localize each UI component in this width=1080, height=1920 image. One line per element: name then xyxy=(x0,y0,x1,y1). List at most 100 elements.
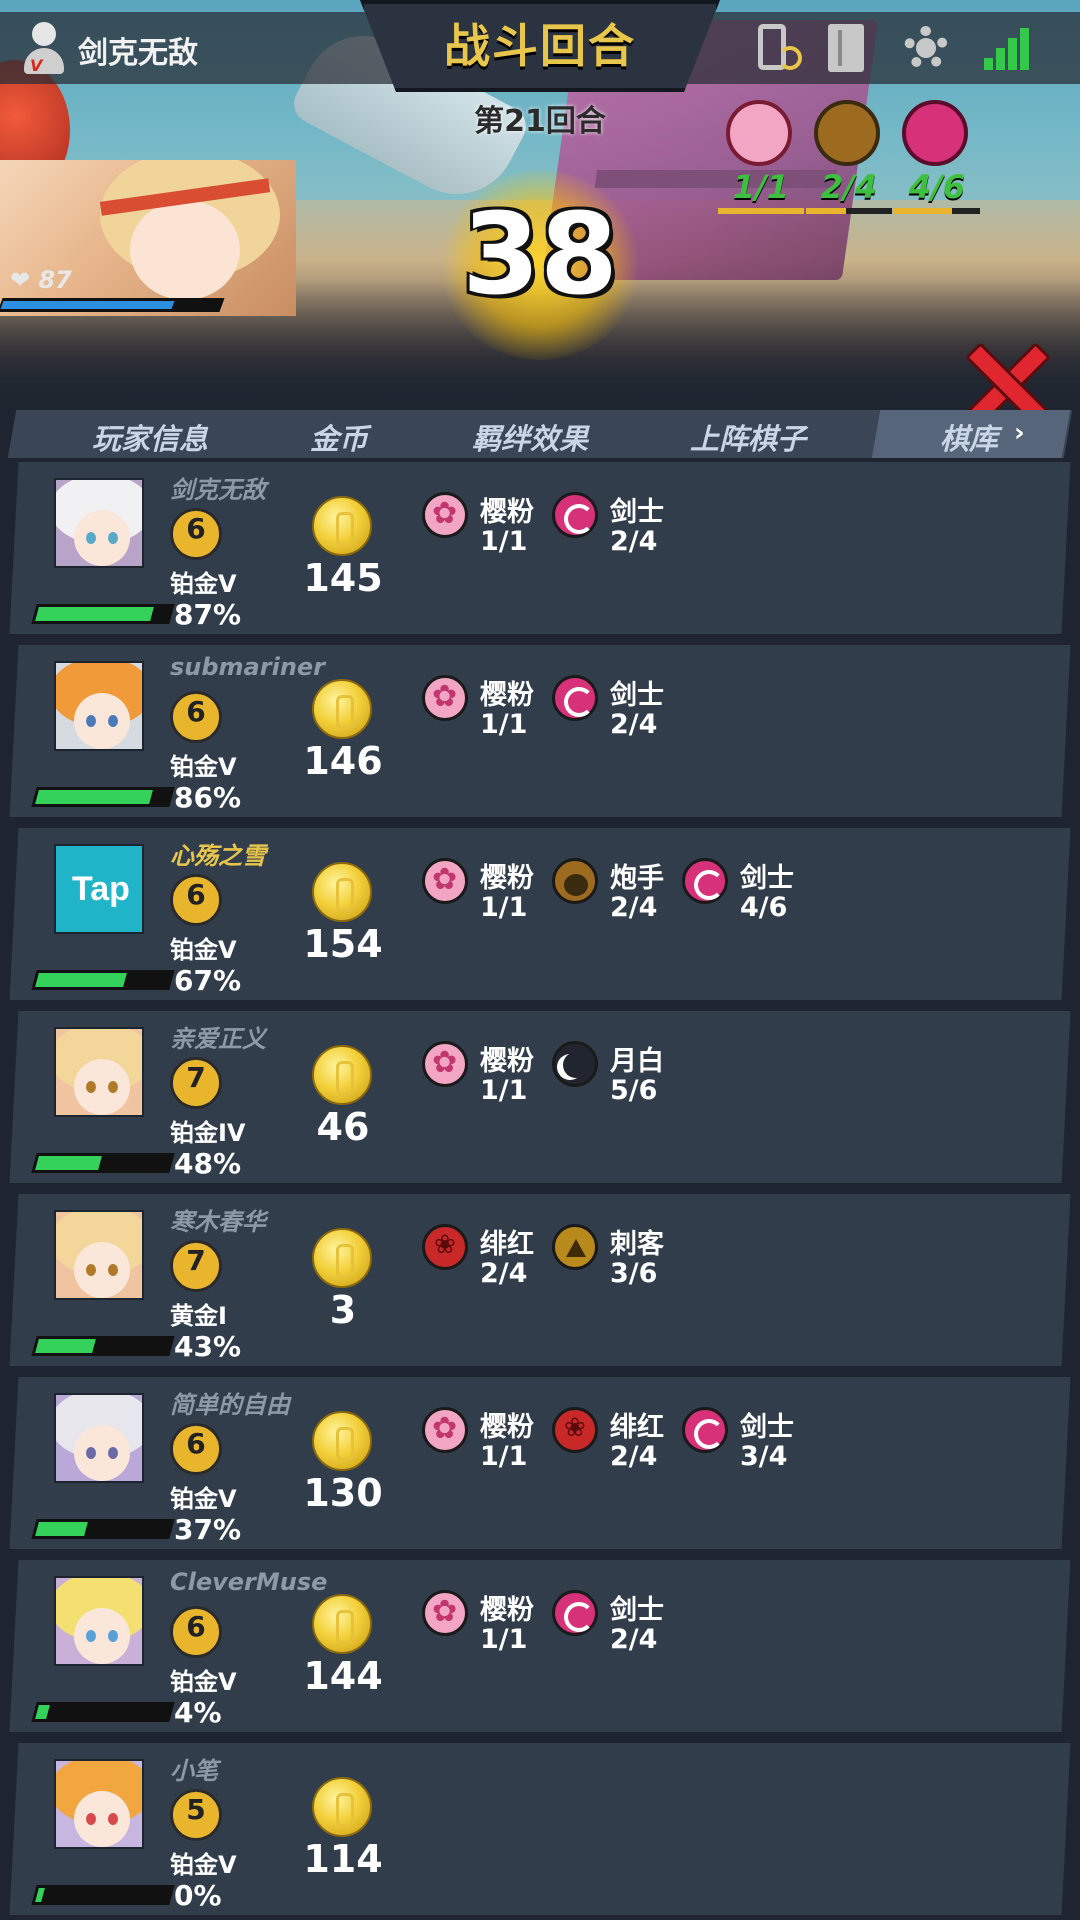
synergy-sword-icon xyxy=(552,1590,598,1636)
player-row[interactable]: 寒木春华 7 黄金I 43% 3 绯红 2/4 刺客 3/6 xyxy=(0,1194,1080,1368)
synergy-name: 炮手 xyxy=(610,863,664,894)
gold-amount: 114 xyxy=(303,1837,383,1881)
xp-bar xyxy=(31,1885,175,1905)
rank-label: 铂金V xyxy=(170,570,237,598)
synergy-sword-icon xyxy=(682,858,728,904)
tab-deployed-pieces[interactable]: 上阵棋子 xyxy=(690,416,806,458)
synergy-pink-icon xyxy=(422,1041,468,1087)
synergy-item[interactable]: 炮手 2/4 xyxy=(552,858,682,938)
top-synergy-cannon[interactable]: 2/4 xyxy=(806,100,892,214)
synergy-pink-icon xyxy=(422,492,468,538)
synergy-name: 剑士 xyxy=(610,1595,664,1626)
synergy-name: 樱粉 xyxy=(480,497,534,528)
xp-bar xyxy=(31,787,175,807)
synergy-red-icon xyxy=(422,1224,468,1270)
player-avatar[interactable] xyxy=(54,1210,144,1300)
level-number: 6 xyxy=(186,1610,206,1643)
player-row[interactable]: 剑克无敌 6 铂金V 87% 145 樱粉 1/1 剑士 2/4 xyxy=(0,462,1080,636)
tab-piece-library[interactable]: 棋库 xyxy=(940,416,998,458)
xp-bar xyxy=(31,1519,175,1539)
xp-bar xyxy=(31,604,175,624)
tab-gold[interactable]: 金币 xyxy=(310,416,368,458)
xp-bar xyxy=(31,1336,175,1356)
synergy-count: 1/1 xyxy=(480,709,528,740)
synergy-name: 剑士 xyxy=(740,863,794,894)
synergy-name: 樱粉 xyxy=(480,680,534,711)
synergy-count: 1/1 xyxy=(480,1441,528,1472)
player-name: 简单的自由 xyxy=(170,1391,290,1419)
signal-icon xyxy=(978,22,1030,74)
tap-avatar[interactable]: Tap xyxy=(54,844,144,934)
level-number: 7 xyxy=(186,1244,206,1277)
tab-synergy[interactable]: 羁绊效果 xyxy=(472,416,588,458)
synergy-name: 月白 xyxy=(610,1046,664,1077)
synergy-item[interactable]: 月白 5/6 xyxy=(552,1041,682,1121)
synergy-count: 1/1 xyxy=(480,1075,528,1106)
player-name: 心殇之雪 xyxy=(170,842,266,870)
rank-label: 黄金I xyxy=(170,1302,227,1330)
synergy-count: 1/1 xyxy=(480,1624,528,1655)
synergy-item[interactable]: 剑士 2/4 xyxy=(552,492,682,572)
synergy-count: 4/6 xyxy=(740,892,788,923)
top-synergy-sakura[interactable]: 1/1 xyxy=(718,100,804,214)
xp-percent: 4% xyxy=(174,1696,222,1729)
synergy-count: 2/4 xyxy=(610,709,658,740)
xp-percent: 48% xyxy=(174,1147,242,1180)
synergy-sword-icon xyxy=(682,1407,728,1453)
player-profile-icon[interactable]: V xyxy=(22,22,66,76)
countdown-timer: 38 xyxy=(462,190,618,320)
player-name: submariner xyxy=(170,653,326,681)
synergy-moon-icon xyxy=(552,1041,598,1087)
synergy-item[interactable]: 剑士 3/4 xyxy=(682,1407,812,1487)
synergy-name: 绯红 xyxy=(480,1229,534,1260)
synergy-count: 2/4 xyxy=(610,1441,658,1472)
player-row[interactable]: 亲爱正义 7 铂金IV 48% 46 樱粉 1/1 月白 5/6 xyxy=(0,1011,1080,1185)
hp-bar xyxy=(0,298,225,312)
synergy-pink-icon xyxy=(422,1590,468,1636)
synergy-name: 樱粉 xyxy=(480,1412,534,1443)
synergy-item[interactable]: 剑士 4/6 xyxy=(682,858,812,938)
player-avatar[interactable] xyxy=(54,1576,144,1666)
player-avatar[interactable] xyxy=(54,478,144,568)
player-avatar[interactable] xyxy=(54,661,144,751)
xp-percent: 0% xyxy=(174,1879,222,1912)
gold-amount: 154 xyxy=(303,922,383,966)
round-title: 战斗回合 xyxy=(444,19,636,73)
player-name: 小笔 xyxy=(170,1757,218,1785)
player-avatar[interactable] xyxy=(54,1393,144,1483)
gear-icon[interactable] xyxy=(900,22,952,74)
player-avatar[interactable] xyxy=(54,1759,144,1849)
player-row[interactable]: 简单的自由 6 铂金V 37% 130 樱粉 1/1 绯红 2/4 剑士 3/4 xyxy=(0,1377,1080,1551)
synergy-item[interactable]: 绯红 2/4 xyxy=(422,1224,552,1304)
gold-coin-icon xyxy=(312,1045,372,1105)
player-row[interactable]: Tap 心殇之雪 6 铂金V 67% 154 樱粉 1/1 炮手 2/4 剑士 … xyxy=(0,828,1080,1002)
synergy-item[interactable]: 樱粉 1/1 xyxy=(422,492,552,572)
synergy-item[interactable]: 樱粉 1/1 xyxy=(422,858,552,938)
synergy-name: 樱粉 xyxy=(480,1595,534,1626)
top-synergy-sword[interactable]: 4/6 xyxy=(894,100,980,214)
player-avatar[interactable] xyxy=(54,1027,144,1117)
synergy-item[interactable]: 剑士 2/4 xyxy=(552,675,682,755)
level-number: 6 xyxy=(186,512,206,545)
player-row[interactable]: 小笔 5 铂金V 0% 114 xyxy=(0,1743,1080,1917)
synergy-item[interactable]: 樱粉 1/1 xyxy=(422,1590,552,1670)
synergy-name: 樱粉 xyxy=(480,1046,534,1077)
chevron-right-icon[interactable]: › xyxy=(1014,418,1025,448)
synergy-item[interactable]: 樱粉 1/1 xyxy=(422,1041,552,1121)
phone-sync-icon[interactable] xyxy=(750,22,802,74)
synergy-sword-icon xyxy=(552,675,598,721)
synergy-item[interactable]: 绯红 2/4 xyxy=(552,1407,682,1487)
book-icon[interactable] xyxy=(820,22,872,74)
player-row[interactable]: submariner 6 铂金V 86% 146 樱粉 1/1 剑士 2/4 xyxy=(0,645,1080,819)
synergy-item[interactable]: 樱粉 1/1 xyxy=(422,1407,552,1487)
xp-percent: 87% xyxy=(174,598,242,631)
synergy-count: 5/6 xyxy=(610,1075,658,1106)
avatar-label: Tap xyxy=(72,870,130,908)
synergy-item[interactable]: 剑士 2/4 xyxy=(552,1590,682,1670)
level-number: 6 xyxy=(186,1427,206,1460)
rank-label: 铂金V xyxy=(170,1485,237,1513)
synergy-item[interactable]: 樱粉 1/1 xyxy=(422,675,552,755)
player-row[interactable]: CleverMuse 6 铂金V 4% 144 樱粉 1/1 剑士 2/4 xyxy=(0,1560,1080,1734)
tab-player-info[interactable]: 玩家信息 xyxy=(92,416,208,458)
synergy-item[interactable]: 刺客 3/6 xyxy=(552,1224,682,1304)
